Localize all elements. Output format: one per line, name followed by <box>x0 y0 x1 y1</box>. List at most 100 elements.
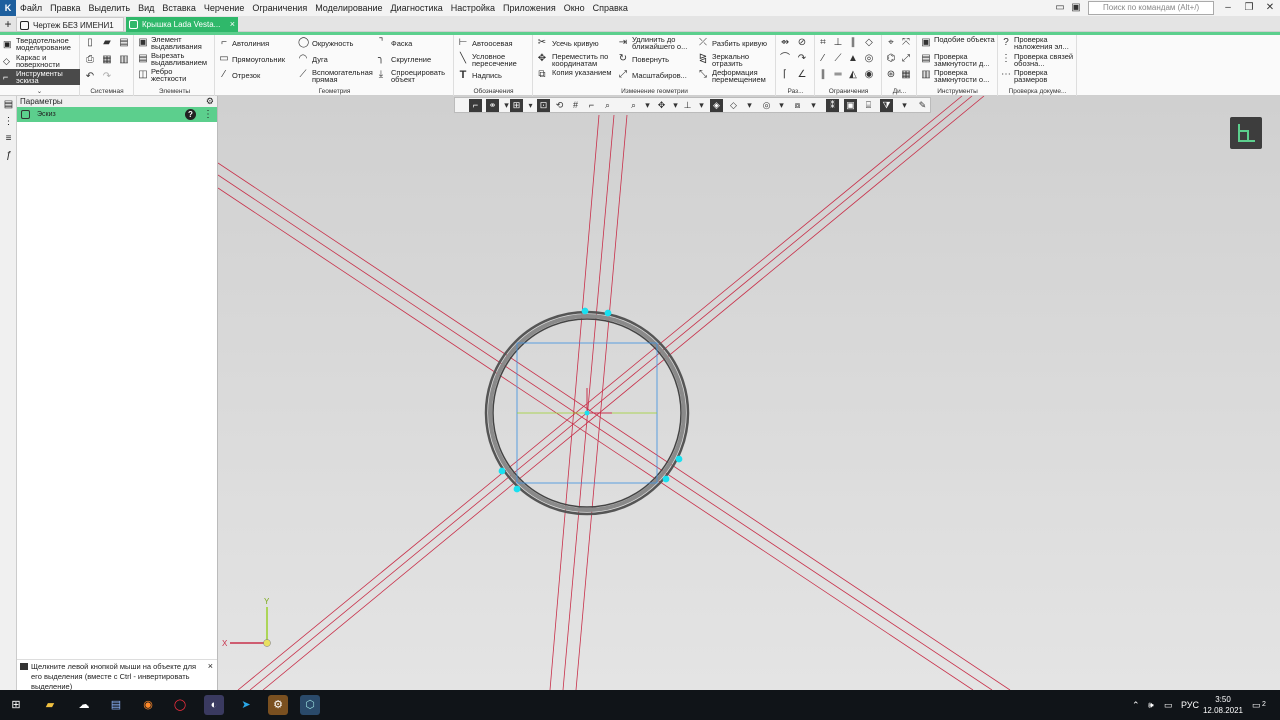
menu-settings[interactable]: Настройка <box>447 0 499 16</box>
clock[interactable]: 3:50 12.08.2021 <box>1202 694 1244 716</box>
aux-line-button[interactable]: Вспомогательная прямая <box>312 69 374 84</box>
local-cs-icon[interactable]: ⌐ <box>585 99 598 112</box>
dropdown-icon[interactable]: ▾ <box>743 99 756 112</box>
segment-button[interactable]: Отрезок <box>232 72 260 80</box>
text-button[interactable]: Надпись <box>472 72 502 80</box>
extrude-button[interactable]: Элемент выдавливания <box>151 36 213 51</box>
symmetry-icon[interactable]: ▲ <box>848 54 858 64</box>
linear-dimension-icon[interactable]: ⌈ <box>780 70 790 80</box>
sketch-mode-button[interactable] <box>1230 117 1262 149</box>
parametric-mode-icon[interactable]: ⚭ <box>486 99 499 112</box>
rotate-button[interactable]: Повернуть <box>632 56 669 64</box>
coincident-icon[interactable]: ∥ <box>818 70 828 80</box>
sketch-point[interactable] <box>604 309 612 317</box>
new-document-icon[interactable]: + <box>2 17 14 31</box>
select-objects-icon[interactable]: ▣ <box>844 99 857 112</box>
tab-part[interactable]: Крышка Lada Vesta... × <box>126 17 238 32</box>
kompas-icon[interactable]: ⬡ <box>300 695 320 715</box>
graphics-area[interactable]: X Y <box>218 96 1280 690</box>
telegram-icon[interactable]: ➤ <box>236 695 256 715</box>
mirror-button[interactable]: Зеркально отразить <box>712 53 772 68</box>
save-as-icon[interactable]: ▥ <box>119 55 129 65</box>
zoom-icon[interactable]: ⌕ <box>601 99 614 112</box>
origin-point[interactable] <box>584 410 590 416</box>
steam-icon[interactable]: ⚙ <box>268 695 288 715</box>
notepad-icon[interactable]: ▤ <box>106 695 126 715</box>
diag-icon-4[interactable]: ⤢ <box>901 54 911 64</box>
deform-button[interactable]: Деформация перемещением <box>712 69 774 84</box>
minimize-icon[interactable]: – <box>1222 2 1234 14</box>
tab-drawing[interactable]: Чертеж БЕЗ ИМЕНИ1 <box>16 17 124 32</box>
menu-edit[interactable]: Правка <box>46 0 84 16</box>
point-on-curve-icon[interactable]: ◭ <box>848 70 858 80</box>
equal-icon[interactable]: ═ <box>833 70 843 80</box>
mode-expand-icon[interactable]: ⌄ <box>0 87 79 95</box>
explorer-icon[interactable]: ▰ <box>40 695 60 715</box>
dropdown-icon[interactable]: ▾ <box>524 99 537 112</box>
open-folder-icon[interactable]: ▰ <box>102 38 112 48</box>
discord-icon[interactable]: ◐ <box>204 695 224 715</box>
menu-constraints[interactable]: Ограничения <box>248 0 311 16</box>
closure-check-d-button[interactable]: Проверка замкнутости д... <box>934 53 996 68</box>
move-button[interactable]: Переместить по координатам <box>552 53 618 68</box>
rib-button[interactable]: Ребро жесткости <box>151 68 201 83</box>
links-check-button[interactable]: Проверка связей обозна... <box>1014 53 1076 68</box>
overlap-check-button[interactable]: Проверка наложения эл... <box>1014 36 1076 51</box>
intersection-button[interactable]: Условное пересечение <box>472 53 530 68</box>
dropdown-icon[interactable]: ▾ <box>807 99 820 112</box>
sketch-point[interactable] <box>513 485 521 493</box>
sketch-point[interactable] <box>581 307 589 315</box>
trim-button[interactable]: Усечь кривую <box>552 40 599 48</box>
size-check-button[interactable]: Проверка размеров <box>1014 69 1076 84</box>
rectangle-button[interactable]: Прямоугольник <box>232 56 285 64</box>
notifications-icon[interactable]: ▭ <box>1252 699 1261 711</box>
layers-icon[interactable]: ≡ <box>3 133 14 144</box>
auto-dimension-icon[interactable]: ⇴ <box>780 38 790 48</box>
vertical-icon[interactable]: ⁄ <box>818 54 828 64</box>
windows-start-icon[interactable]: ⊞ <box>6 695 26 715</box>
tree-view-icon[interactable]: ⋮ <box>203 109 213 120</box>
diag-icon-6[interactable]: ▦ <box>901 70 911 80</box>
undo-icon[interactable]: ↶ <box>85 72 95 82</box>
hint-close-icon[interactable]: × <box>208 661 213 671</box>
camera-icon[interactable]: ▣ <box>1070 2 1082 14</box>
properties-icon[interactable]: ▦ <box>102 55 112 65</box>
network-icon[interactable]: ▭ <box>1164 699 1173 711</box>
scale-button[interactable]: Масштабиров... <box>632 72 687 80</box>
mode-solid-modeling[interactable]: ▣ Твердотельное моделирование <box>0 36 80 52</box>
collinear-icon[interactable]: ⟋ <box>833 54 843 64</box>
close-window-icon[interactable]: ✕ <box>1264 2 1276 14</box>
pan-icon[interactable]: ✥ <box>655 99 668 112</box>
angle-dimension-icon[interactable]: ∠ <box>797 70 807 80</box>
sketch-point[interactable] <box>675 455 683 463</box>
mode-sketch-tools[interactable]: ⌐ Инструменты эскиза <box>0 69 80 85</box>
diag-icon-1[interactable]: ⌖ <box>886 38 896 48</box>
language-indicator[interactable]: РУС <box>1181 699 1199 711</box>
help-icon[interactable]: ? <box>185 109 196 120</box>
weather-icon[interactable]: ☁ <box>74 695 94 715</box>
constraint-display-icon[interactable]: ⊞ <box>510 99 523 112</box>
params-panel-icon[interactable]: ▤ <box>3 99 14 110</box>
gear-icon[interactable]: ⚙ <box>206 96 214 107</box>
menu-help[interactable]: Справка <box>589 0 632 16</box>
split-button[interactable]: Разбить кривую <box>712 40 767 48</box>
autoaxis-button[interactable]: Автоосевая <box>472 40 513 48</box>
eyedropper-icon[interactable]: ✎ <box>916 99 929 112</box>
concentric-icon[interactable]: ◎ <box>864 54 874 64</box>
filter-icon[interactable]: ⧩ <box>880 99 893 112</box>
menu-window[interactable]: Окно <box>560 0 589 16</box>
new-file-icon[interactable]: ▯ <box>85 38 95 48</box>
project-button[interactable]: Спроецировать объект <box>391 69 451 84</box>
merge-icon[interactable]: ◉ <box>864 70 874 80</box>
sketch-canvas[interactable]: X Y <box>218 96 1280 690</box>
parallel-icon[interactable]: ∥ <box>848 38 858 48</box>
arc-button[interactable]: Дуга <box>312 56 328 64</box>
circle-button[interactable]: Окружность <box>312 40 353 48</box>
wireframe-icon[interactable]: ◇ <box>727 99 740 112</box>
diag-icon-3[interactable]: ⌬ <box>886 54 896 64</box>
tree-icon[interactable]: ⋮ <box>3 116 14 127</box>
firefox-icon[interactable]: ◉ <box>138 695 158 715</box>
diag-icon-5[interactable]: ⊛ <box>886 70 896 80</box>
horizontal-icon[interactable]: ⊥ <box>833 38 843 48</box>
menu-select[interactable]: Выделить <box>85 0 135 16</box>
